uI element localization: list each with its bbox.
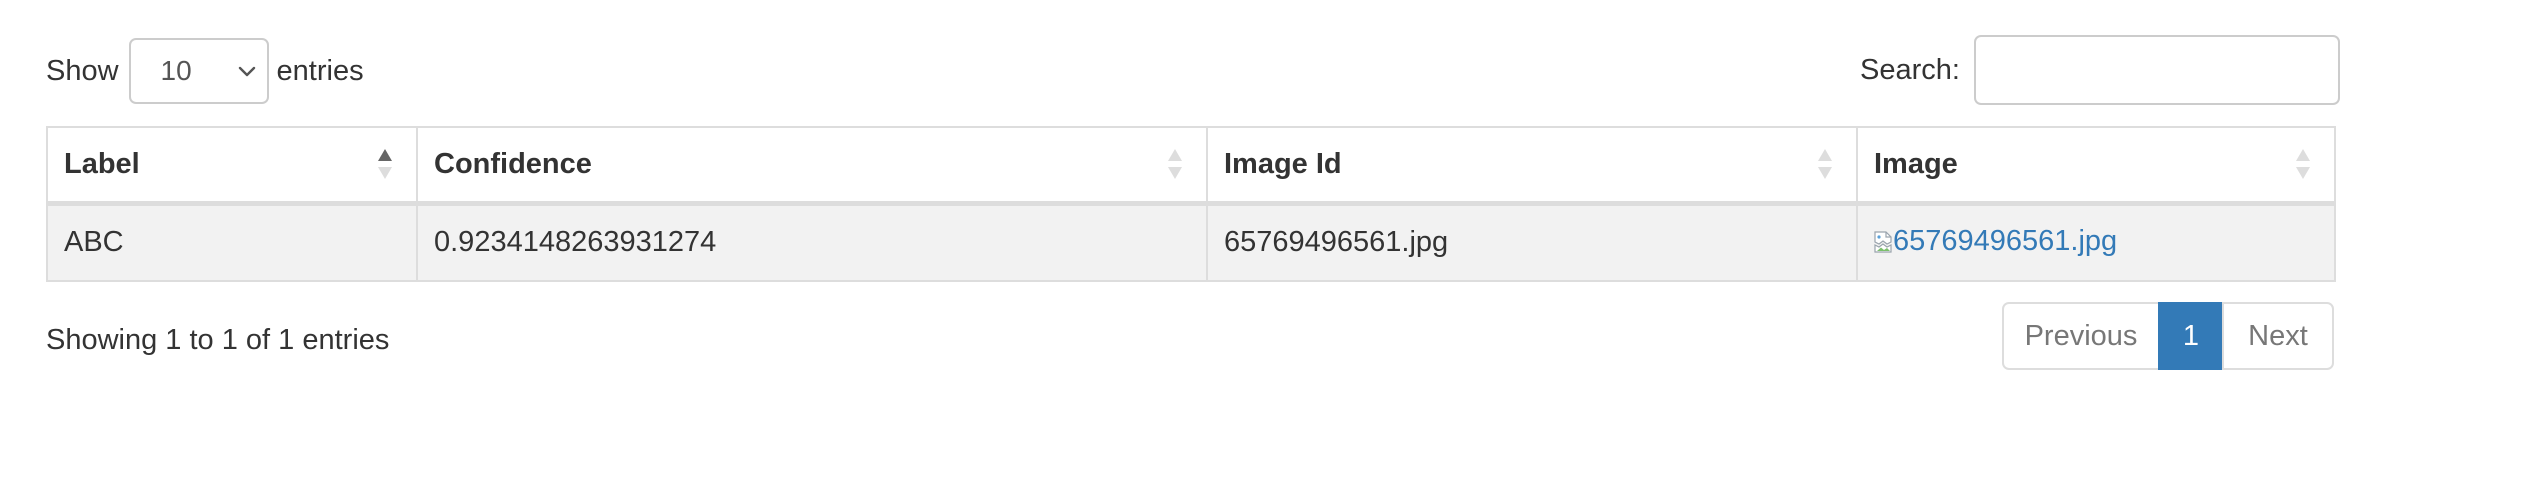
cell-confidence: 0.9234148263931274 bbox=[416, 202, 1208, 282]
results-table: Label Confidence Image Id Image ABC 0.92… bbox=[46, 126, 2336, 282]
column-header-label-text: Label bbox=[64, 147, 140, 180]
column-header-label[interactable]: Label bbox=[46, 126, 418, 206]
chevron-down-icon bbox=[238, 66, 255, 77]
column-header-image-text: Image bbox=[1874, 147, 1958, 180]
image-link[interactable]: 65769496561.jpg bbox=[1874, 225, 2117, 258]
show-label: Show bbox=[46, 54, 119, 87]
cell-label: ABC bbox=[46, 202, 418, 282]
cell-image-id: 65769496561.jpg bbox=[1206, 202, 1858, 282]
entries-length-control: Show 10 entries bbox=[46, 37, 364, 105]
page-1-button[interactable]: 1 bbox=[2158, 302, 2224, 370]
table-header-row: Label Confidence Image Id Image bbox=[46, 126, 2336, 206]
column-header-image-id-text: Image Id bbox=[1224, 147, 1342, 180]
entries-label: entries bbox=[276, 54, 364, 87]
broken-image-icon bbox=[1874, 230, 1892, 253]
next-page-button[interactable]: Next bbox=[2222, 302, 2334, 370]
entries-per-page-select[interactable]: 10 bbox=[128, 38, 269, 104]
search-label: Search: bbox=[1860, 53, 1960, 86]
table-info: Showing 1 to 1 of 1 entries bbox=[46, 324, 390, 356]
table-row: ABC 0.9234148263931274 65769496561.jpg 6… bbox=[46, 202, 2336, 282]
sort-both-icon bbox=[2296, 149, 2310, 180]
pagination: Previous 1 Next bbox=[2002, 302, 2334, 370]
column-header-confidence[interactable]: Confidence bbox=[416, 126, 1208, 206]
column-header-confidence-text: Confidence bbox=[434, 147, 592, 180]
sort-both-icon bbox=[1818, 149, 1832, 180]
entries-per-page-value: 10 bbox=[160, 55, 192, 86]
search-input[interactable] bbox=[1973, 35, 2340, 105]
previous-page-button[interactable]: Previous bbox=[2002, 302, 2160, 370]
column-header-image-id[interactable]: Image Id bbox=[1206, 126, 1858, 206]
column-header-image[interactable]: Image bbox=[1856, 126, 2336, 206]
sort-both-icon bbox=[1168, 149, 1182, 180]
sort-ascending-icon bbox=[378, 149, 392, 180]
image-alt-text: 65769496561.jpg bbox=[1893, 225, 2118, 257]
search-control: Search: bbox=[1860, 35, 2340, 105]
cell-image: 65769496561.jpg bbox=[1856, 202, 2336, 282]
